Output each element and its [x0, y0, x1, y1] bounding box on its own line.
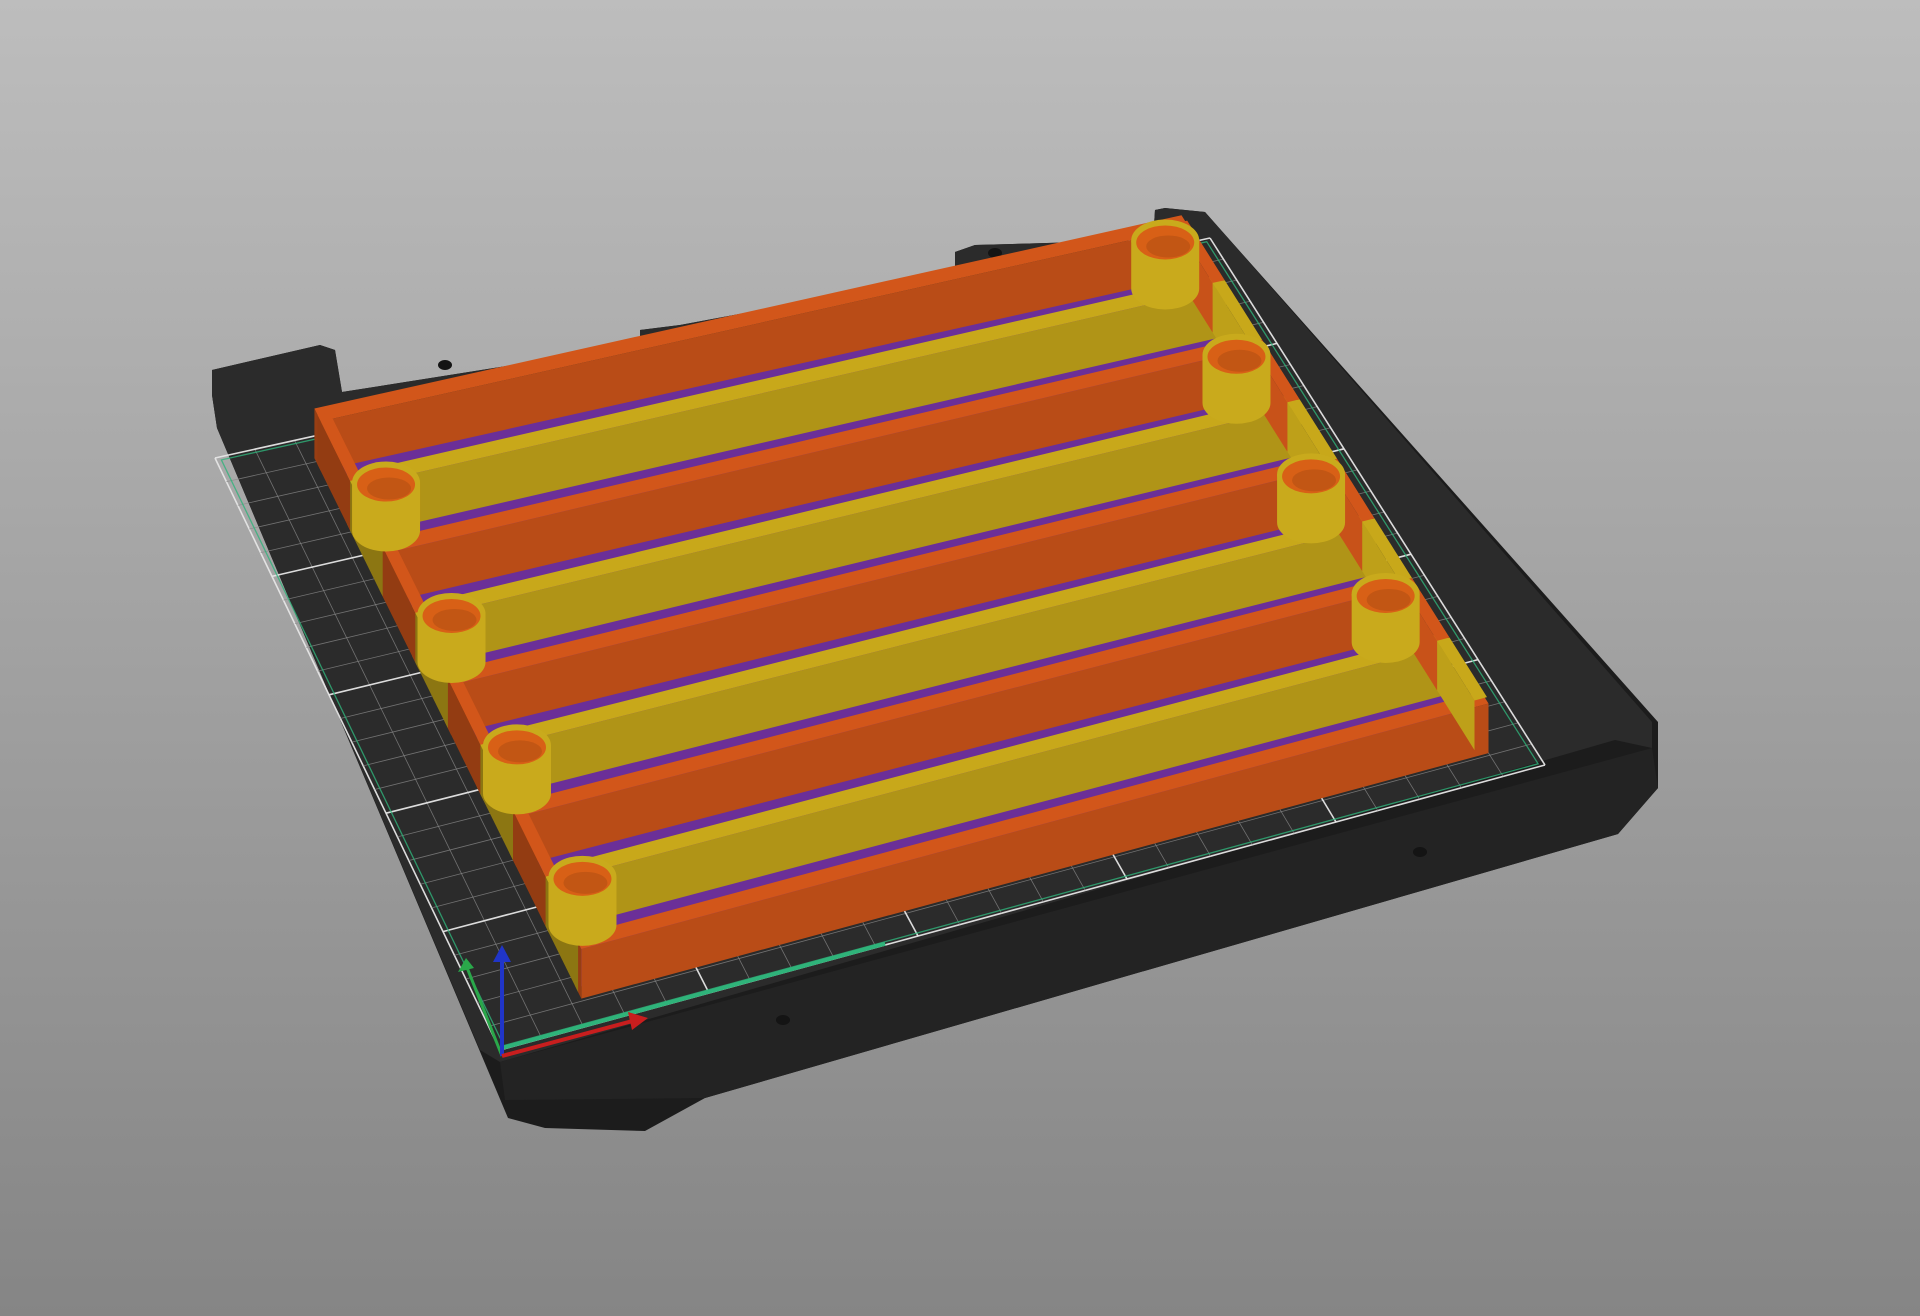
- cup-inner-shadow: [432, 608, 477, 631]
- cup-inner-shadow: [563, 871, 608, 894]
- mount-hole: [776, 1015, 790, 1025]
- 3d-viewport[interactable]: [0, 0, 1920, 1316]
- cup-inner-shadow: [498, 740, 543, 763]
- cup-inner-shadow: [1146, 235, 1191, 258]
- mount-hole: [1413, 847, 1427, 857]
- cup-inner-shadow: [367, 477, 412, 500]
- cup-inner-shadow: [1366, 588, 1411, 611]
- cup-inner-shadow: [1292, 469, 1337, 492]
- mount-hole: [438, 360, 452, 370]
- cup-inner-shadow: [1217, 349, 1262, 372]
